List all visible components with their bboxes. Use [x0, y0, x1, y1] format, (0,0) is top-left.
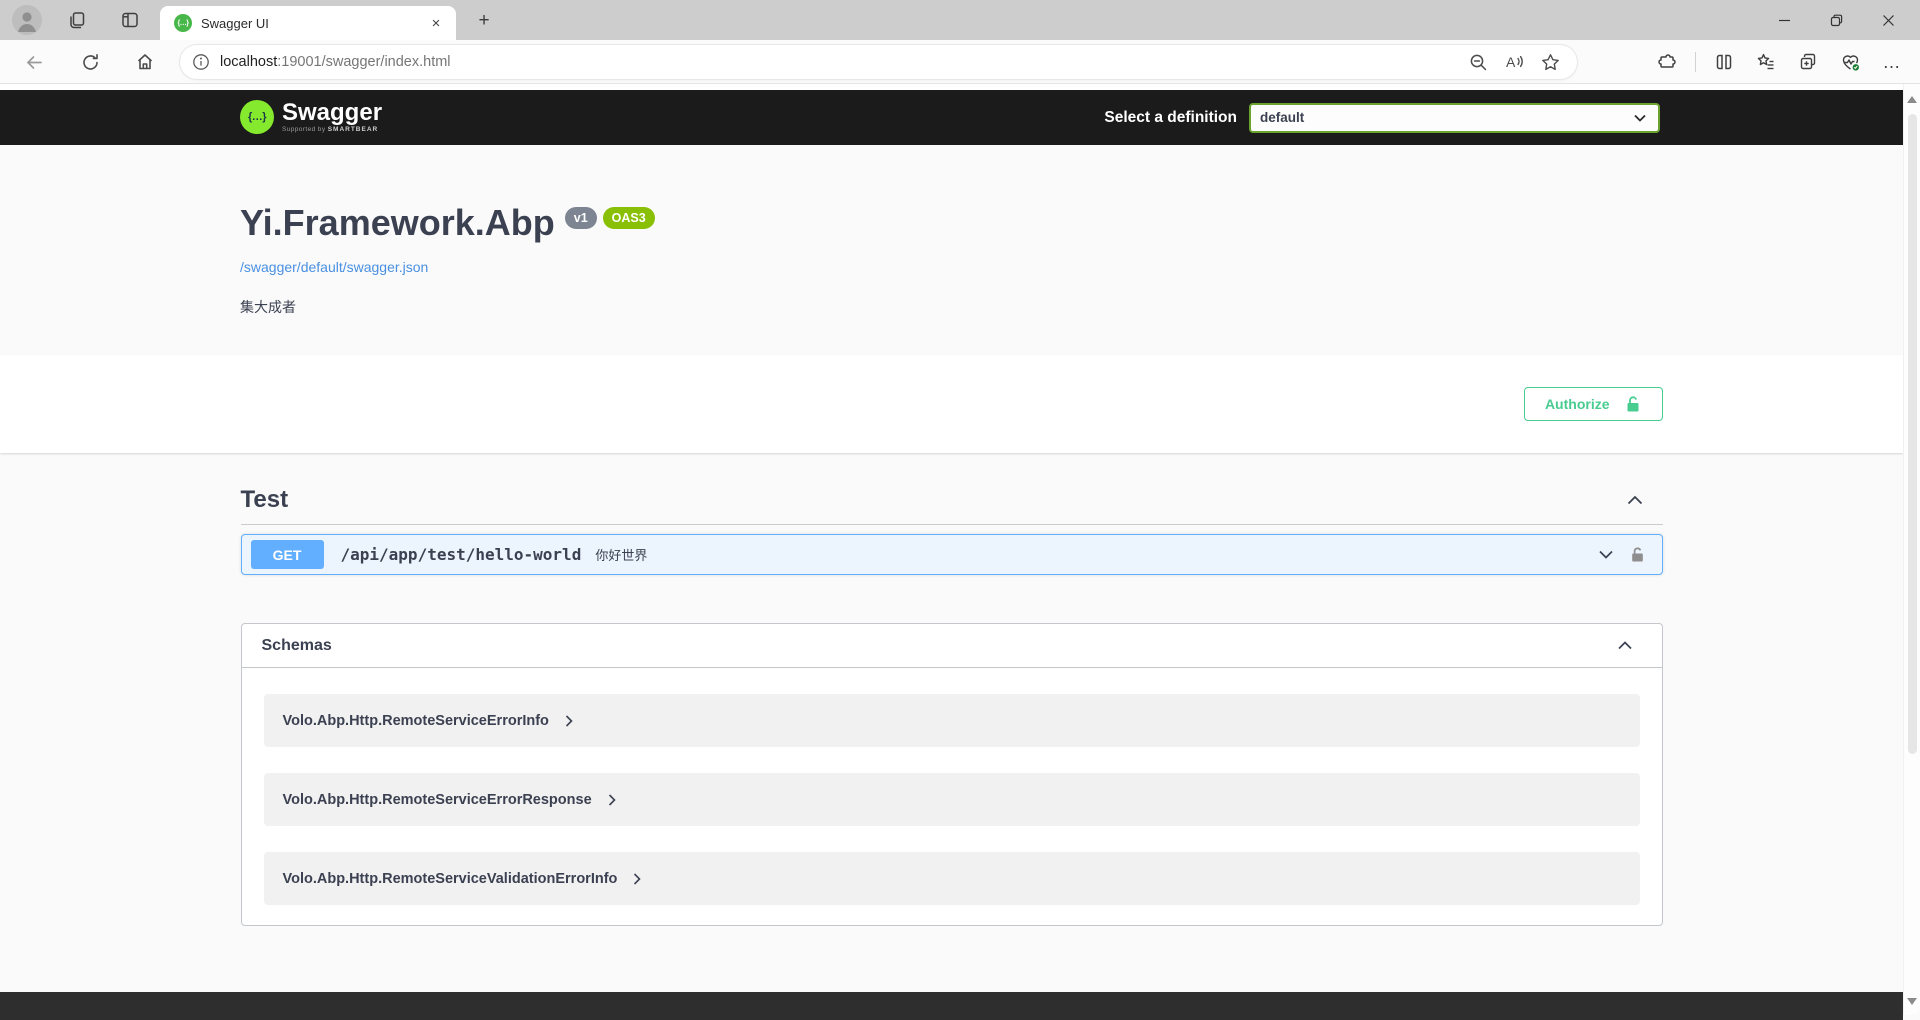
address-bar[interactable]: localhost:19001/swagger/index.html A: [180, 45, 1577, 79]
spec-json-link[interactable]: /swagger/default/swagger.json: [240, 259, 428, 275]
scrollbar-down-arrow[interactable]: [1907, 998, 1917, 1005]
tab-actions-icon[interactable]: [117, 7, 143, 33]
toolbar-right-cluster: …: [1639, 48, 1906, 76]
browser-tab-swagger-ui[interactable]: {…} Swagger UI ×: [160, 6, 456, 40]
vertical-scrollbar[interactable]: [1903, 84, 1920, 1015]
profile-avatar[interactable]: [12, 5, 42, 35]
url-text[interactable]: localhost:19001/swagger/index.html: [220, 54, 1455, 70]
swagger-logo-subtext: Supported by SMARTBEAR: [282, 126, 382, 133]
scrollbar-thumb[interactable]: [1908, 114, 1917, 754]
model-name: Volo.Abp.Http.RemoteServiceErrorInfo: [283, 713, 549, 729]
url-path: :19001/swagger/index.html: [277, 54, 450, 70]
browser-essentials-icon[interactable]: [1836, 48, 1864, 76]
definition-selected-value: default: [1260, 110, 1634, 125]
tag-title: Test: [241, 485, 1627, 515]
svg-text:A: A: [1506, 54, 1516, 70]
model-row-remote-service-validation-error-info[interactable]: Volo.Abp.Http.RemoteServiceValidationErr…: [264, 852, 1640, 905]
oas3-badge: OAS3: [603, 207, 655, 229]
operation-get-hello-world[interactable]: GET /api/app/test/hello-world 你好世界: [241, 534, 1663, 575]
api-info-section: Yi.Framework.Abp v1 OAS3 /swagger/defaul…: [0, 145, 1903, 355]
refresh-icon[interactable]: [76, 48, 104, 76]
operation-summary: 你好世界: [595, 545, 1585, 564]
read-aloud-icon[interactable]: A: [1501, 49, 1527, 75]
split-screen-icon[interactable]: [1710, 48, 1738, 76]
operation-path[interactable]: /api/app/test/hello-world: [341, 545, 582, 564]
authorize-button[interactable]: Authorize: [1524, 387, 1663, 421]
window-restore-button[interactable]: [1810, 0, 1862, 40]
chevron-right-icon: [608, 794, 616, 806]
chevron-right-icon: [633, 873, 641, 885]
window-minimize-button[interactable]: [1758, 0, 1810, 40]
version-badge: v1: [565, 207, 597, 229]
swagger-logo-icon: {…}: [240, 100, 274, 134]
home-icon[interactable]: [131, 48, 159, 76]
toolbar-divider: [1695, 52, 1696, 72]
extensions-icon[interactable]: [1653, 48, 1681, 76]
model-name: Volo.Abp.Http.RemoteServiceErrorResponse: [283, 792, 592, 808]
tag-header-test[interactable]: Test: [241, 453, 1663, 525]
swagger-topbar: {…} Swagger Supported by SMARTBEAR Selec…: [0, 90, 1903, 145]
settings-more-icon[interactable]: …: [1878, 48, 1906, 76]
browser-toolbar: localhost:19001/swagger/index.html A: [0, 40, 1920, 84]
window-controls: [1758, 0, 1914, 40]
window-close-button[interactable]: [1862, 0, 1914, 40]
api-title: Yi.Framework.Abp: [240, 201, 555, 245]
operation-lock-icon[interactable]: [1626, 543, 1650, 567]
favorites-list-icon[interactable]: [1752, 48, 1780, 76]
tag-section-test: Test GET /api/app/test/hello-world 你好世界: [241, 453, 1663, 575]
site-info-icon[interactable]: [192, 53, 210, 71]
unlock-icon: [1624, 395, 1642, 413]
scrollbar-up-arrow[interactable]: [1907, 96, 1917, 103]
authorize-label: Authorize: [1545, 396, 1610, 412]
zoom-out-icon[interactable]: [1465, 49, 1491, 75]
url-host: localhost: [220, 54, 277, 70]
expand-chevron-down-icon[interactable]: [1594, 543, 1618, 567]
scheme-container: Authorize: [0, 355, 1903, 453]
new-tab-button[interactable]: +: [472, 9, 496, 33]
tab-title: Swagger UI: [201, 16, 426, 31]
workspaces-icon[interactable]: [64, 7, 90, 33]
schemas-header[interactable]: Schemas: [242, 624, 1662, 668]
swagger-favicon: {…}: [174, 14, 192, 32]
model-name: Volo.Abp.Http.RemoteServiceValidationErr…: [283, 871, 618, 887]
page-bottom-dark-band: [0, 992, 1903, 1020]
model-row-remote-service-error-info[interactable]: Volo.Abp.Http.RemoteServiceErrorInfo: [264, 694, 1640, 747]
back-icon[interactable]: [20, 48, 48, 76]
chevron-down-icon: [1634, 114, 1646, 122]
swagger-logo-text: Swagger: [282, 101, 382, 125]
model-row-remote-service-error-response[interactable]: Volo.Abp.Http.RemoteServiceErrorResponse: [264, 773, 1640, 826]
chevron-right-icon: [565, 715, 573, 727]
swagger-page: {…} Swagger Supported by SMARTBEAR Selec…: [0, 84, 1920, 1020]
schemas-collapse-chevron-up-icon[interactable]: [1618, 641, 1632, 650]
favorite-star-icon[interactable]: [1537, 49, 1563, 75]
tab-close-icon[interactable]: ×: [426, 13, 446, 33]
http-method-badge[interactable]: GET: [251, 540, 324, 569]
collections-icon[interactable]: [1794, 48, 1822, 76]
api-description: 集大成者: [240, 297, 1903, 317]
person-icon: [12, 5, 42, 35]
schemas-section: Schemas Volo.Abp.Http.RemoteServiceError…: [241, 623, 1663, 926]
select-definition-label: Select a definition: [1104, 109, 1237, 127]
collapse-chevron-up-icon[interactable]: [1627, 495, 1643, 505]
definition-select[interactable]: default: [1249, 103, 1660, 133]
swagger-logo[interactable]: {…} Swagger Supported by SMARTBEAR: [240, 100, 382, 134]
schemas-title: Schemas: [262, 637, 1618, 655]
browser-tab-strip: {…} Swagger UI × +: [0, 0, 1920, 40]
